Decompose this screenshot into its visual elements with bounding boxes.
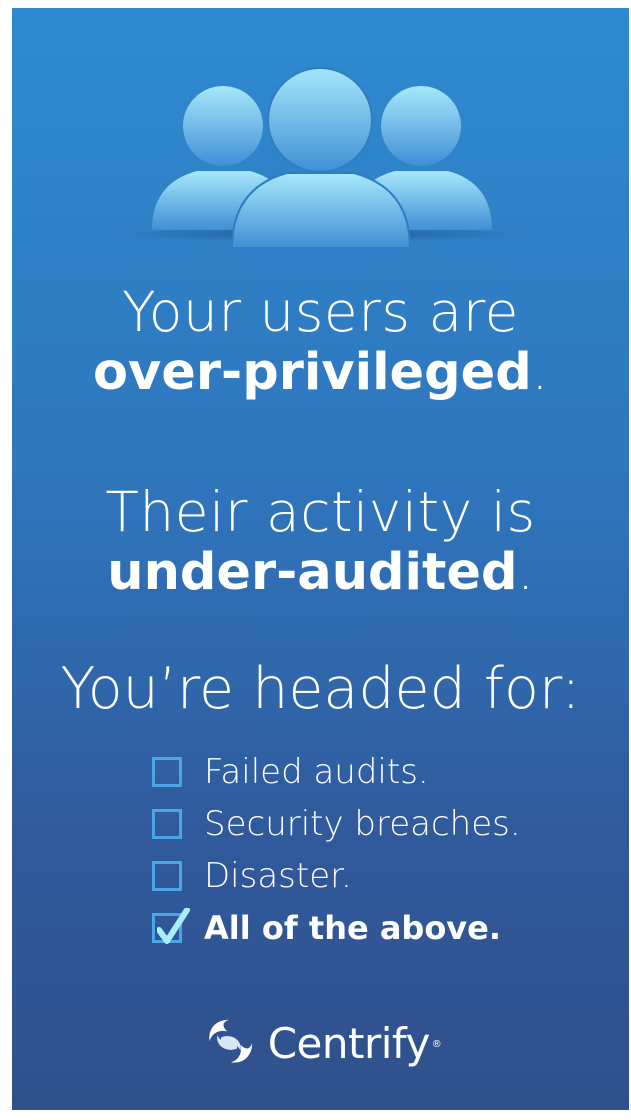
headline-under-audited: Their activity is under-audited.	[12, 480, 629, 602]
checklist-item: Failed audits.	[152, 746, 622, 798]
checkbox-unchecked-icon	[152, 757, 182, 787]
checkbox-unchecked-icon	[152, 861, 182, 891]
checklist-label: Security breaches.	[204, 804, 521, 844]
ad-banner[interactable]: Your users are over-privileged. Their ac…	[12, 8, 629, 1110]
checkbox-checked-icon	[152, 908, 190, 944]
checklist-item: Disaster.	[152, 850, 622, 902]
checklist-label: Failed audits.	[204, 752, 429, 792]
checklist-item: Security breaches.	[152, 798, 622, 850]
centrify-logo[interactable]: Centrify ®	[12, 1008, 629, 1078]
headline-line2-bold: under-audited.	[107, 542, 534, 602]
headline-line1: Your users are	[122, 280, 519, 344]
brand-name: Centrify ®	[267, 1018, 442, 1068]
outcome-checklist: Failed audits. Security breaches. Disast…	[152, 746, 622, 954]
centrify-swirl-icon	[209, 1019, 252, 1063]
checklist-label: All of the above.	[204, 909, 502, 947]
checklist-label: Disaster.	[204, 856, 352, 896]
checkmark-icon	[157, 908, 190, 944]
checkbox-unchecked-icon	[152, 809, 182, 839]
users-group-icon	[120, 67, 520, 249]
checklist-item-checked: All of the above.	[152, 902, 622, 954]
user-center-icon	[230, 67, 412, 249]
headline-line1-bold: over-privileged.	[93, 342, 548, 402]
headline-line2: Their activity is	[105, 480, 536, 544]
headline-headed-for: You’re headed for:	[60, 656, 581, 722]
headline-over-privileged: Your users are over-privileged.	[12, 280, 629, 402]
